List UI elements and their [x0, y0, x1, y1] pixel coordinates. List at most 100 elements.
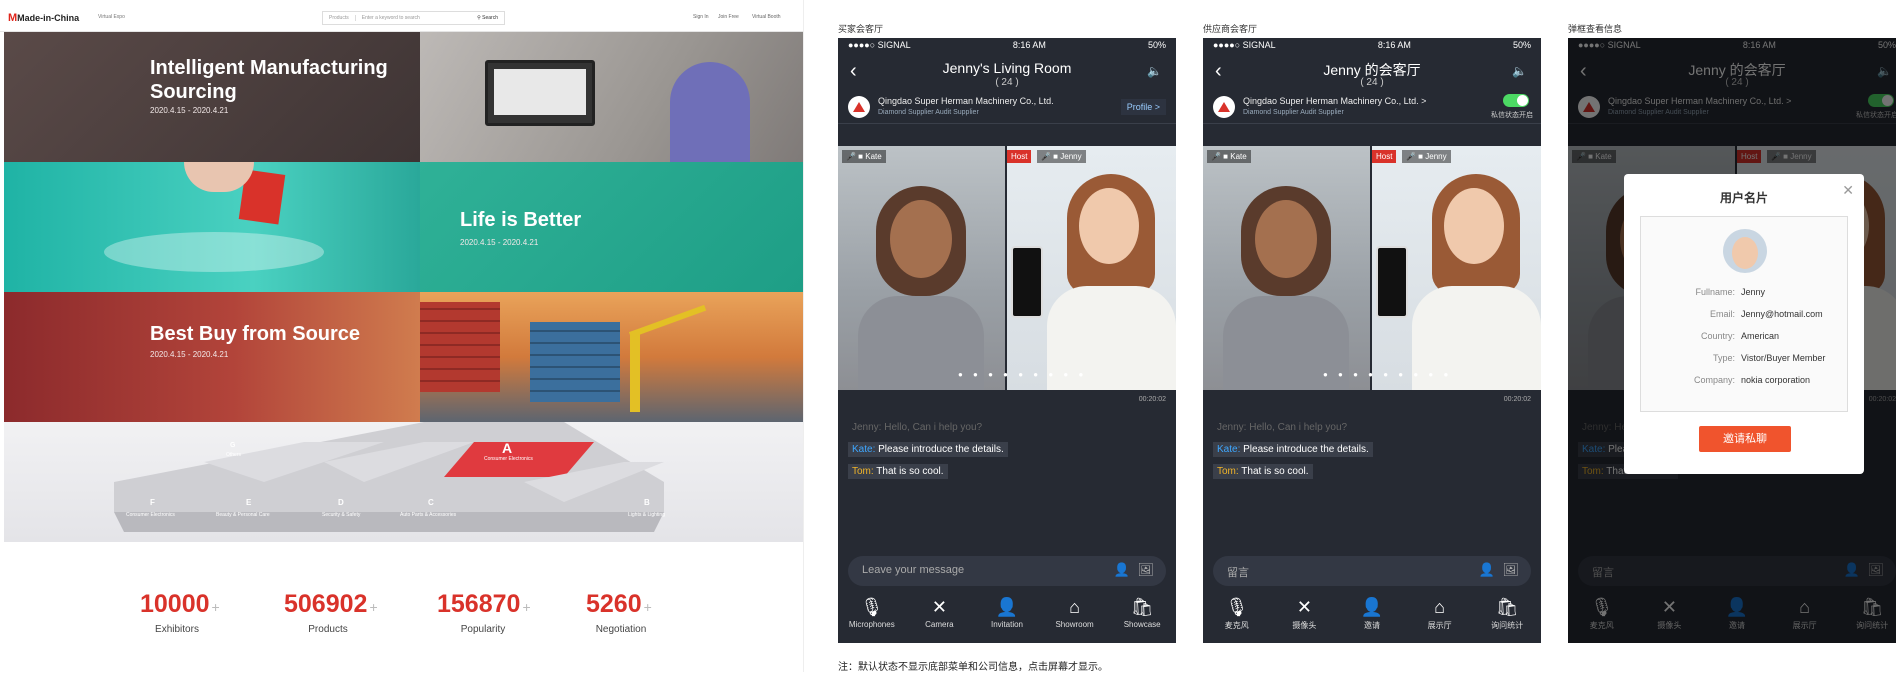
status-bar: ●●●●○ SIGNAL 8:16 AM 50%	[838, 38, 1176, 52]
search-input[interactable]: Enter a keyword to search	[356, 15, 477, 21]
chat-line: Kate: Please introduce the details.	[848, 442, 1008, 457]
smartphone-image	[1376, 246, 1408, 318]
tile-life-is-better[interactable]: Life is Better 2020.4.15 - 2020.4.21	[420, 162, 803, 292]
toolbar-item-1[interactable]: ✕摄像头	[1271, 594, 1339, 643]
laptop-photo[interactable]	[420, 32, 803, 162]
carousel-dots[interactable]: ● ● ● ● ● ● ● ● ●	[958, 370, 1087, 379]
search-box[interactable]: Products Enter a keyword to search ⚲ Sea…	[322, 11, 505, 25]
speaker-icon[interactable]: 🔈	[1512, 64, 1527, 78]
home-icon: ⌂	[1069, 597, 1081, 617]
map-label-d[interactable]: D	[338, 498, 344, 507]
avatar	[1723, 229, 1767, 273]
clock: 8:16 AM	[1377, 40, 1411, 50]
exhibition-map: A Consumer Electronics B Lights & Lighti…	[4, 422, 803, 542]
image-icon[interactable]: 🖼	[1502, 562, 1519, 578]
footnote: 注：默认状态不显示底部菜单和公司信息，点击屏幕才显示。	[838, 662, 1108, 673]
toolbar-item-2[interactable]: 👤邀请	[1338, 594, 1406, 643]
user-icon[interactable]: 👤	[1479, 562, 1495, 578]
toolbar-item-1[interactable]: ✕ Camera	[906, 594, 974, 643]
supplier-badges: Diamond Supplier Audit Supplier	[878, 109, 979, 116]
toolbar-item-0[interactable]: 🎙 Microphones	[838, 594, 906, 643]
sign-in-link[interactable]: Sign In	[693, 14, 709, 20]
search-category-select[interactable]: Products	[323, 15, 356, 21]
person-face	[890, 200, 952, 278]
company-bar[interactable]: Qingdao Super Herman Machinery Co., Ltd.…	[1203, 90, 1541, 124]
private-chat-toggle[interactable]	[1503, 94, 1529, 107]
phone-screen-2: ●●●●○ SIGNAL 8:16 AM 50% ‹ Jenny 的会客厅 ( …	[1203, 38, 1541, 643]
showcase-icon: 🛍	[1495, 597, 1519, 617]
shopping-photo[interactable]	[4, 162, 420, 292]
modal-title: 用户名片	[1719, 191, 1768, 205]
virtual-booth-link[interactable]: Virtual Booth	[752, 14, 781, 20]
map-label-a[interactable]: A	[502, 440, 512, 456]
bottom-toolbar: 🎙麦克风✕摄像头👤邀请⌂展示厅🛍询问统计	[1203, 594, 1541, 643]
message-input[interactable]: Leave your message 👤 🖼	[848, 556, 1166, 586]
video-kate[interactable]: 🎤 ■ Kate	[1203, 146, 1370, 390]
toolbar-item-3[interactable]: ⌂展示厅	[1406, 594, 1474, 643]
video-panel[interactable]: 🎤 ■ Kate Host 🎤 ■ Jenny ● ● ● ● ● ● ● ● …	[838, 146, 1176, 390]
profile-button[interactable]: Profile >	[1120, 99, 1166, 115]
map-label-c[interactable]: C	[428, 498, 434, 507]
image-icon[interactable]: 🖼	[1137, 562, 1154, 578]
map-name-f: Consumer Electronics	[126, 512, 175, 518]
tile-date: 2020.4.15 - 2020.4.21	[150, 350, 229, 359]
map-label-f[interactable]: F	[150, 498, 155, 507]
tile-title: Life is Better	[460, 209, 582, 231]
clock: 8:16 AM	[1012, 40, 1046, 50]
showcase-icon: 🛍	[1130, 597, 1154, 617]
toolbar-item-0[interactable]: 🎙麦克风	[1203, 594, 1271, 643]
invite-icon: 👤	[1360, 597, 1384, 617]
search-button[interactable]: ⚲ Search	[477, 15, 504, 21]
carousel-dots[interactable]: ● ● ● ● ● ● ● ● ●	[1323, 370, 1452, 379]
stat-negotiation-value: 5260 +	[586, 590, 652, 618]
stat-exhibitors-value: 10000 +	[140, 590, 220, 618]
jenny-tag: 🎤 ■ Jenny	[1037, 150, 1086, 163]
host-badge: Host	[1007, 150, 1032, 163]
video-panel[interactable]: 🎤 ■ Kate Host 🎤 ■ Jenny ● ● ● ● ● ● ● ● …	[1203, 146, 1541, 390]
phone-screen-3: ●●●●○ SIGNAL 8:16 AM 50% ‹ Jenny 的会客厅 ( …	[1568, 38, 1896, 643]
message-input[interactable]: 留言 👤 🖼	[1213, 556, 1531, 586]
map-name-b: Lights & Lighting	[628, 512, 665, 518]
user-icon[interactable]: 👤	[1114, 562, 1130, 578]
crane-image	[630, 332, 640, 412]
toolbar-item-2[interactable]: 👤 Invitation	[973, 594, 1041, 643]
camera-off-icon: ✕	[931, 597, 947, 617]
tile-best-buy[interactable]: Best Buy from Source 2020.4.15 - 2020.4.…	[4, 292, 420, 422]
company-name[interactable]: Qingdao Super Herman Machinery Co., Ltd.…	[1243, 96, 1426, 106]
home-icon: ⌂	[1434, 597, 1446, 617]
company-name[interactable]: Qingdao Super Herman Machinery Co., Ltd.	[878, 96, 1054, 106]
microphone-icon: 🎙	[1225, 597, 1249, 617]
invite-private-chat-button[interactable]: 邀请私聊	[1699, 426, 1791, 452]
map-label-g[interactable]: G	[230, 442, 235, 449]
chat-line: Jenny: Hello, Can i help you?	[1217, 422, 1348, 433]
company-bar[interactable]: Qingdao Super Herman Machinery Co., Ltd.…	[838, 90, 1176, 124]
map-label-b[interactable]: B	[644, 498, 650, 507]
speaker-icon[interactable]: 🔈	[1147, 64, 1162, 78]
mic-icon: 🎤 ■	[1211, 152, 1231, 161]
camera-off-icon: ✕	[1296, 597, 1312, 617]
person-image	[670, 62, 750, 162]
toolbar-item-3[interactable]: ⌂ Showroom	[1041, 594, 1109, 643]
bottom-toolbar: 🎙 Microphones ✕ Camera 👤 Invitation ⌂ Showroom 🛍…	[838, 594, 1176, 643]
person-face	[1444, 188, 1504, 264]
video-jenny[interactable]: Host 🎤 ■ Jenny	[1372, 146, 1541, 390]
join-free-link[interactable]: Join Free	[718, 14, 739, 20]
map-label-e[interactable]: E	[246, 498, 251, 507]
kate-tag: 🎤 ■ Kate	[842, 150, 886, 163]
video-kate[interactable]: 🎤 ■ Kate	[838, 146, 1005, 390]
close-icon[interactable]: ✕	[1842, 182, 1854, 199]
tile-intelligent-manufacturing[interactable]: Intelligent Manufacturing Sourcing 2020.…	[4, 32, 420, 162]
map-name-d: Security & Safety	[322, 512, 361, 518]
container-port-photo[interactable]	[420, 292, 803, 422]
jenny-tag: 🎤 ■ Jenny	[1402, 150, 1451, 163]
tile-date: 2020.4.15 - 2020.4.21	[460, 238, 539, 247]
toolbar-item-4[interactable]: 🛍 Showcase	[1108, 594, 1176, 643]
stat-products-value: 506902 +	[284, 590, 378, 618]
battery: 50%	[1147, 40, 1166, 50]
video-jenny[interactable]: Host 🎤 ■ Jenny	[1007, 146, 1176, 390]
site-logo[interactable]: MMade-in-China	[8, 12, 79, 24]
toolbar-item-4[interactable]: 🛍询问统计	[1473, 594, 1541, 643]
nav-bar: ‹ Jenny 的会客厅 ( 24 ) 🔈	[1203, 52, 1541, 90]
viewer-count: ( 24 )	[995, 77, 1019, 88]
expo-homepage: MMade-in-China Virtual Expo Products Ent…	[0, 0, 804, 672]
